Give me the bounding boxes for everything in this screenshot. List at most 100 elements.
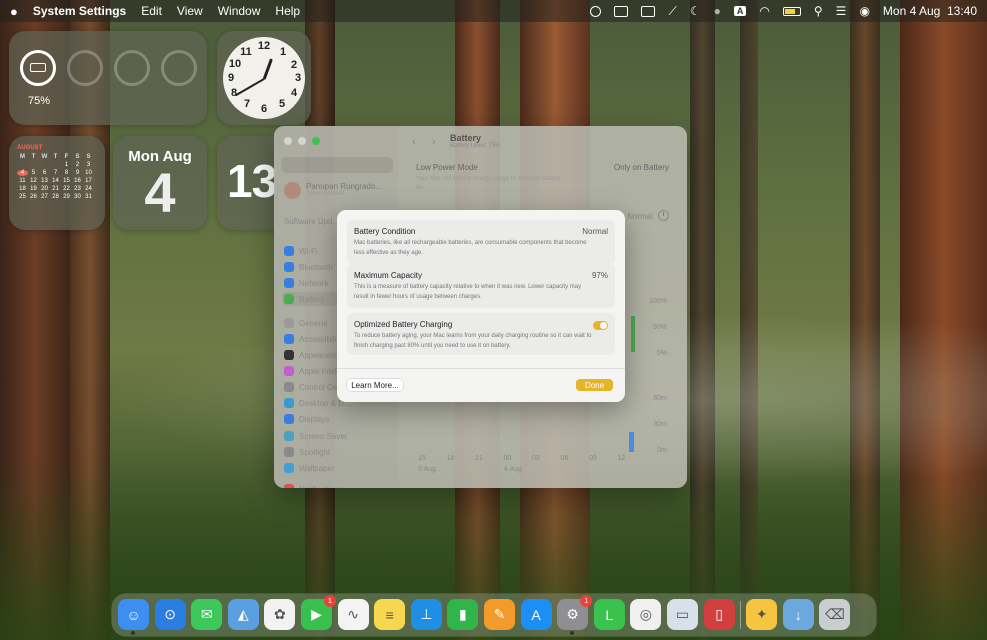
calendar-weekday: S xyxy=(86,154,91,160)
wifi-icon[interactable]: ◠ xyxy=(759,4,769,18)
sidebar-item-label: Wi-Fi xyxy=(299,246,318,256)
account-item[interactable]: Panupan Rungrado... Apple Account xyxy=(284,182,382,199)
section-value: Normal xyxy=(582,227,608,236)
back-icon[interactable]: ‹ xyxy=(412,136,416,148)
trash-icon[interactable]: ⌫ xyxy=(819,599,851,630)
control-center-icon[interactable]: ☰ xyxy=(836,4,847,18)
menu-help[interactable]: Help xyxy=(275,4,300,18)
chrome-icon[interactable]: ◎ xyxy=(630,599,662,630)
search-icon[interactable]: ⚲ xyxy=(814,4,823,18)
sidebar-search-input[interactable]: Search xyxy=(281,157,393,173)
menu-view[interactable]: View xyxy=(177,4,203,18)
screen-record-icon[interactable] xyxy=(590,5,602,17)
hour-hand xyxy=(262,58,273,81)
system-settings-icon[interactable]: ⚙ 1 xyxy=(557,595,593,635)
x-axis-label: 15 xyxy=(418,455,426,462)
sidebar-icon xyxy=(284,278,294,288)
maps-icon[interactable]: ◭ xyxy=(227,599,259,630)
forward-icon[interactable]: › xyxy=(432,136,436,148)
calendar-day: 19 xyxy=(30,186,37,192)
freeform-icon[interactable]: ∿ xyxy=(337,599,369,630)
battery-ring-empty xyxy=(67,50,103,86)
clock-number: 6 xyxy=(260,103,268,115)
pages-icon[interactable]: ✎ xyxy=(484,599,515,630)
calendar-day: 1 xyxy=(64,162,69,168)
info-icon[interactable]: i xyxy=(658,210,669,221)
sidebar-item-spotlight[interactable]: Spotlight xyxy=(282,445,392,459)
battery-widget[interactable]: 75% xyxy=(9,31,207,125)
calendar-weekday: F xyxy=(64,154,69,160)
photos-icon[interactable]: ✿ xyxy=(264,599,296,630)
battery-icon[interactable] xyxy=(782,6,801,16)
low-power-select[interactable]: Only on Battery xyxy=(614,163,669,172)
finder-icon[interactable]: ☺ xyxy=(118,599,149,635)
running-indicator xyxy=(570,631,575,635)
sidebar-icon xyxy=(284,318,294,328)
calendar-widget[interactable]: AUGUST M T W T F S S 1 2 3 4 5 6 7 8 9 10 11 12 13 14 15 16 17 1… xyxy=(9,136,105,230)
sidebar-icon xyxy=(284,294,294,304)
sidebar-icon xyxy=(284,350,294,360)
sidebar-item-screen-saver[interactable]: Screen Saver xyxy=(282,429,392,443)
sidebar-icon xyxy=(284,398,294,408)
sidebar-item-wallpaper[interactable]: Wallpaper xyxy=(282,461,392,475)
calendar-day: 15 xyxy=(63,178,70,184)
line-icon[interactable]: L xyxy=(593,599,625,630)
facetime-icon[interactable]: ▶ 1 xyxy=(301,595,336,630)
optimized-charging-section: Optimized Battery Charging To reduce bat… xyxy=(347,313,615,355)
pen-icon[interactable]: ⟋ xyxy=(668,4,676,19)
sidebar-item-displays[interactable]: Displays xyxy=(282,412,392,426)
minimize-button[interactable] xyxy=(298,137,306,145)
calendar-day: 12 xyxy=(30,178,37,184)
app-store-icon[interactable]: A xyxy=(520,599,552,630)
preview-icon[interactable]: ▭ xyxy=(667,599,698,630)
clock-number: 12 xyxy=(257,40,271,52)
account-name: Panupan Rungrado... xyxy=(306,182,383,191)
input-source-icon[interactable]: A xyxy=(733,6,747,16)
menu-window[interactable]: Window xyxy=(218,4,261,18)
menu-datetime[interactable]: Mon 4 Aug 13:40 xyxy=(883,4,977,18)
display-icon[interactable] xyxy=(641,5,656,17)
calendar-day: 24 xyxy=(85,186,92,192)
safari-icon[interactable]: ⊙ xyxy=(154,599,186,630)
sidebar-item-label: Battery xyxy=(299,294,325,304)
calendar-day: 11 xyxy=(19,178,26,184)
battery-level-bar xyxy=(631,316,635,352)
notes-icon[interactable]: ≡ xyxy=(374,599,406,630)
clock-number: 2 xyxy=(290,59,298,71)
keyboard-icon[interactable] xyxy=(614,5,629,17)
x-axis-label: 06 xyxy=(560,455,569,462)
calendar-weekday: M xyxy=(20,154,25,160)
done-button[interactable]: Done xyxy=(576,379,613,391)
menu-edit[interactable]: Edit xyxy=(141,4,162,18)
tips-icon[interactable]: ✦ xyxy=(746,599,778,630)
battery-ring-empty xyxy=(114,50,150,86)
calendar-day: 20 xyxy=(41,186,48,192)
sidebar-item-notifications[interactable]: Notifications xyxy=(282,482,392,488)
close-button[interactable] xyxy=(284,137,292,145)
calendar-day: 3 xyxy=(86,162,91,168)
moon-icon[interactable]: ☾ xyxy=(690,4,701,18)
zoom-button[interactable] xyxy=(312,137,320,145)
calendar-day xyxy=(28,162,39,168)
calendar-day xyxy=(50,162,61,168)
apple-logo[interactable]: ● xyxy=(10,4,18,19)
digital-clock-widget[interactable]: 13:4 xyxy=(217,136,277,230)
x-date: 3 Aug xyxy=(418,466,436,473)
messages-icon[interactable]: ✉ xyxy=(191,599,223,630)
sidebar-item-label: General xyxy=(299,318,328,328)
date-widget[interactable]: Mon Aug 4 xyxy=(113,136,207,230)
person-icon[interactable]: ● xyxy=(714,4,721,18)
numbers-icon[interactable]: ▮ xyxy=(447,599,479,630)
menu-app-name[interactable]: System Settings xyxy=(33,4,126,18)
sidebar-item-label: Notifications xyxy=(299,485,343,489)
siri-icon[interactable]: ◉ xyxy=(859,4,869,18)
x-axis-label: 21 xyxy=(475,455,483,462)
optimized-charging-toggle[interactable] xyxy=(593,321,608,330)
iphone-mirroring-icon[interactable]: ▯ xyxy=(703,599,735,630)
downloads-folder-icon[interactable]: ↓ xyxy=(782,599,814,630)
analog-clock-widget[interactable]: 12 1 2 3 4 5 6 7 8 9 10 11 xyxy=(217,31,311,125)
axis-pct: 50% xyxy=(652,324,667,331)
keynote-icon[interactable]: ⊥ xyxy=(410,599,442,630)
battery-ring xyxy=(20,50,56,86)
learn-more-button[interactable]: Learn More... xyxy=(347,379,403,391)
